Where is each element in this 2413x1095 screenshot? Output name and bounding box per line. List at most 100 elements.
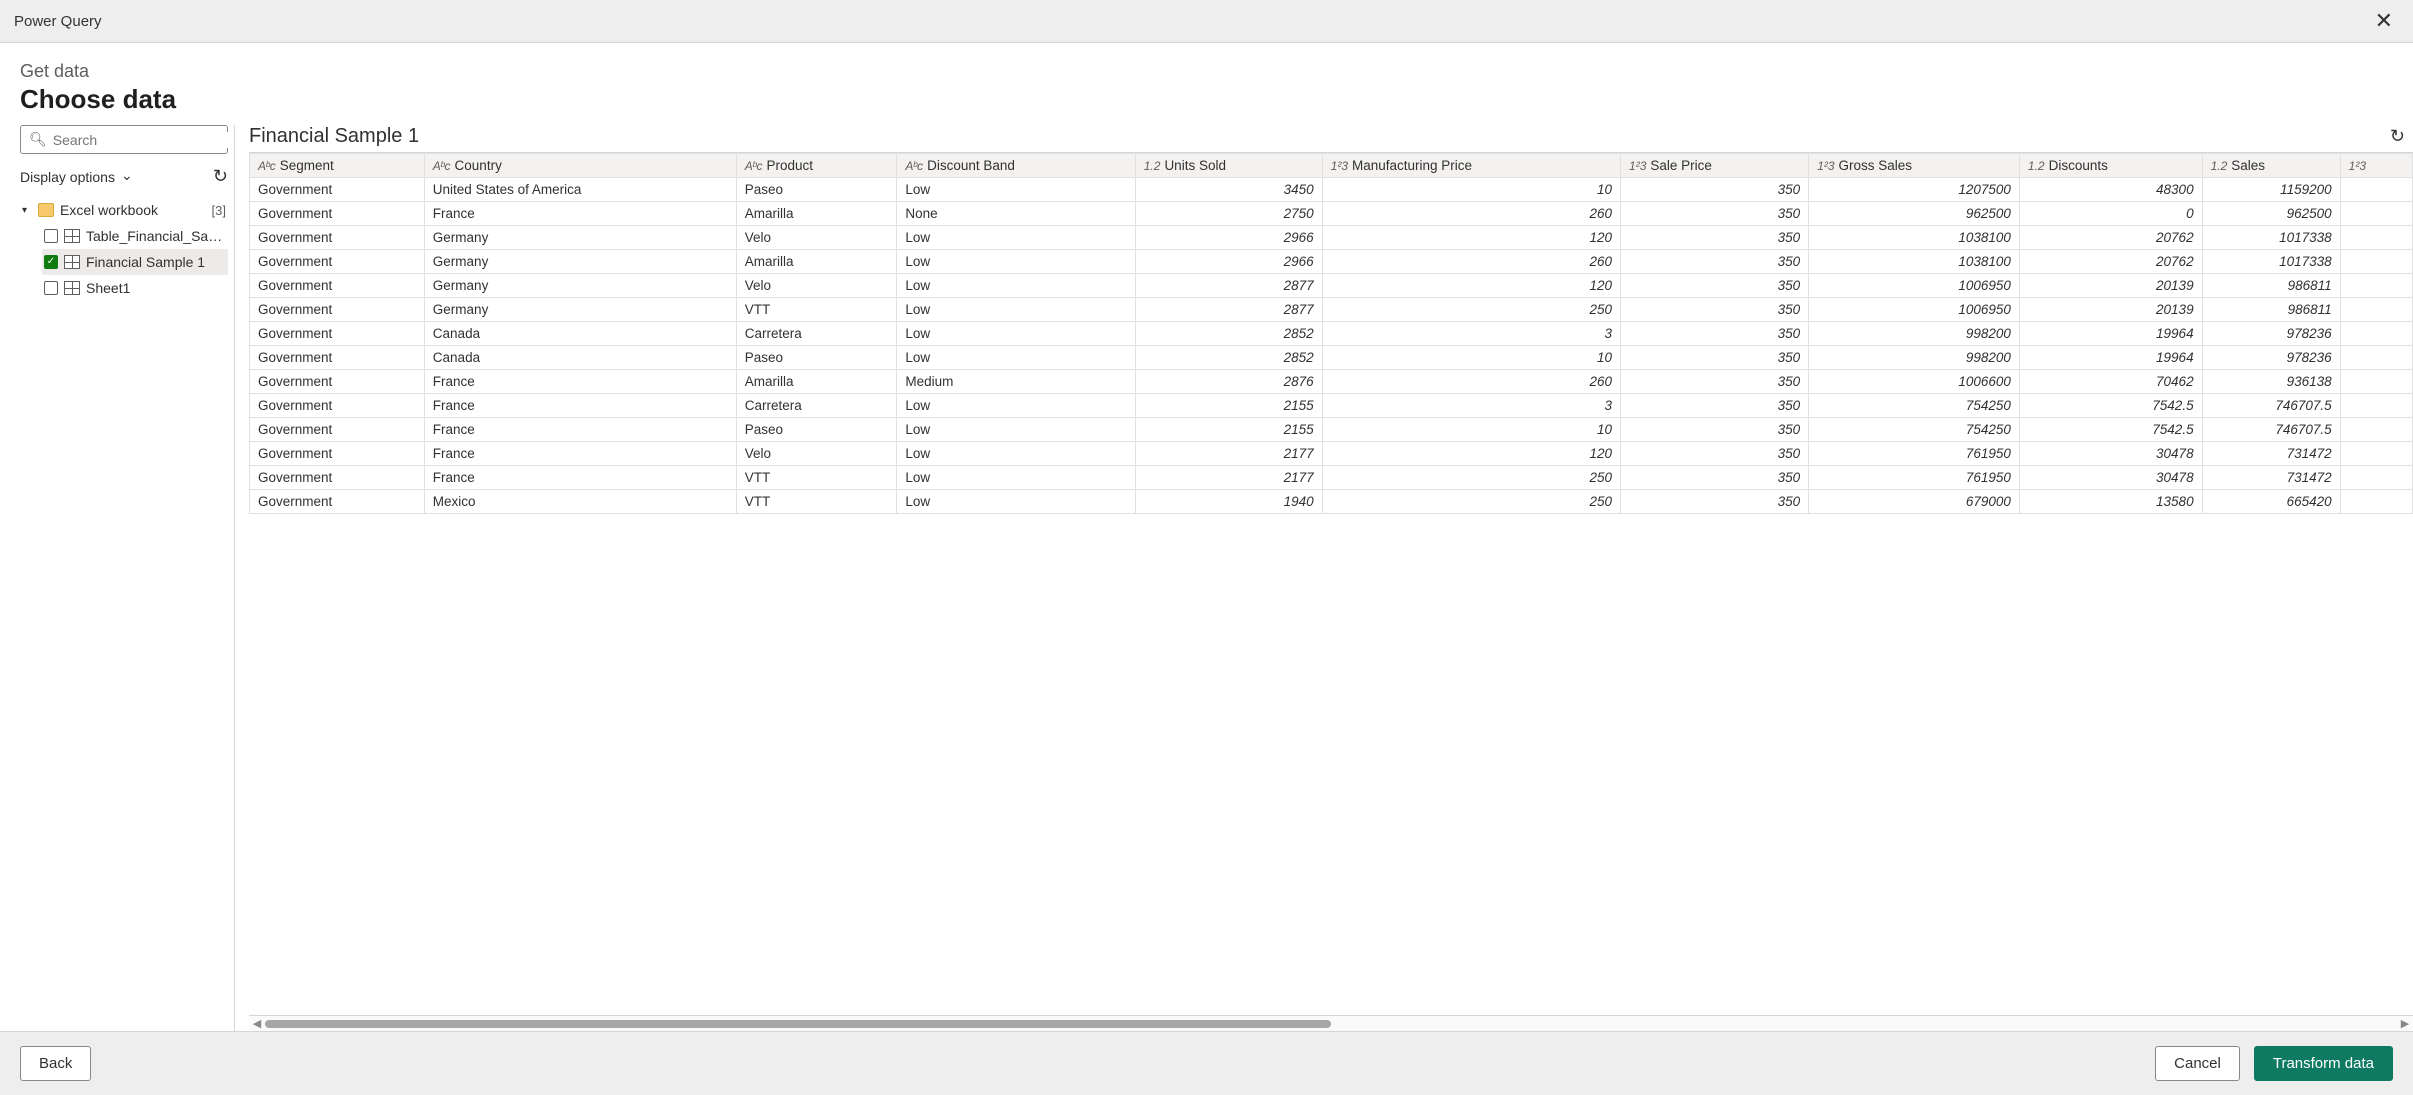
table-row[interactable]: GovernmentGermanyVeloLow2966120350103810…: [250, 226, 2413, 250]
table-row[interactable]: GovernmentMexicoVTTLow194025035067900013…: [250, 490, 2413, 514]
data-table-scroll[interactable]: AᵇcSegment Aᵇc Country AᵇcProduct Aᵇc Discoun…: [249, 152, 2413, 1015]
checkbox[interactable]: [44, 281, 58, 295]
display-options-toggle[interactable]: Display options ⌄: [20, 168, 133, 185]
table-row[interactable]: GovernmentCanadaPaseoLow2852103509982001…: [250, 346, 2413, 370]
refresh-preview-icon[interactable]: ↻: [2390, 126, 2405, 147]
table-cell: [2340, 370, 2412, 394]
table-cell: [2340, 490, 2412, 514]
table-cell: 260: [1322, 250, 1620, 274]
search-box[interactable]: 🔍︎: [20, 125, 228, 154]
table-cell: 665420: [2202, 490, 2340, 514]
table-row[interactable]: GovernmentCanadaCarreteraLow285233509982…: [250, 322, 2413, 346]
datatype-icon: Aᵇc: [433, 159, 451, 173]
table-header-row: AᵇcSegment Aᵇc Country AᵇcProduct Aᵇc Discoun…: [250, 154, 2413, 178]
column-name: Discount Band: [927, 158, 1015, 173]
table-cell: Low: [897, 226, 1135, 250]
table-cell: 2877: [1135, 274, 1322, 298]
table-cell: 2750: [1135, 202, 1322, 226]
table-cell: 250: [1322, 490, 1620, 514]
column-name: Country: [455, 158, 502, 173]
table-cell: Low: [897, 322, 1135, 346]
datatype-icon: Aᵇc: [905, 159, 923, 173]
table-cell: Paseo: [736, 346, 897, 370]
preview-header: Financial Sample 1 ↻: [249, 125, 2413, 152]
display-options-label: Display options: [20, 169, 115, 185]
tree-item[interactable]: Sheet1: [42, 275, 228, 301]
table-cell: 2177: [1135, 442, 1322, 466]
page-title: Choose data: [20, 84, 2393, 115]
column-header[interactable]: 1²3Manufacturing Price: [1322, 154, 1620, 178]
table-row[interactable]: GovernmentFranceVTTLow217725035076195030…: [250, 466, 2413, 490]
table-cell: 1006950: [1809, 274, 2020, 298]
column-header[interactable]: 1²3Gross Sales: [1809, 154, 2020, 178]
table-row[interactable]: GovernmentGermanyVeloLow2877120350100695…: [250, 274, 2413, 298]
table-cell: Carretera: [736, 394, 897, 418]
tree-root-excel-workbook[interactable]: ▾ Excel workbook [3]: [20, 197, 228, 223]
horizontal-scrollbar[interactable]: ◀ ▶: [249, 1015, 2413, 1031]
table-cell: 350: [1621, 418, 1809, 442]
table-row[interactable]: GovernmentFranceVeloLow21771203507619503…: [250, 442, 2413, 466]
table-cell: Low: [897, 178, 1135, 202]
table-cell: France: [424, 466, 736, 490]
table-row[interactable]: GovernmentFrancePaseoLow2155103507542507…: [250, 418, 2413, 442]
column-header[interactable]: 1.2Units Sold: [1135, 154, 1322, 178]
table-cell: VTT: [736, 490, 897, 514]
window-titlebar: Power Query ✕: [0, 0, 2413, 43]
column-name: Sales: [2231, 158, 2265, 173]
checkbox[interactable]: [44, 255, 58, 269]
back-button[interactable]: Back: [20, 1046, 91, 1081]
table-cell: 19964: [2019, 322, 2202, 346]
scroll-track[interactable]: [265, 1018, 2397, 1030]
table-row[interactable]: GovernmentGermanyAmarillaLow296626035010…: [250, 250, 2413, 274]
table-cell: Germany: [424, 250, 736, 274]
search-input[interactable]: [53, 132, 234, 148]
table-row[interactable]: GovernmentFranceAmarillaMedium2876260350…: [250, 370, 2413, 394]
table-row[interactable]: GovernmentFranceAmarillaNone275026035096…: [250, 202, 2413, 226]
table-row[interactable]: GovernmentFranceCarreteraLow215533507542…: [250, 394, 2413, 418]
display-options-row: Display options ⌄ ↻: [20, 164, 228, 189]
table-cell: Velo: [736, 274, 897, 298]
column-header[interactable]: AᵇcSegment: [250, 154, 425, 178]
tree-item[interactable]: Table_Financial_Sample_1: [42, 223, 228, 249]
refresh-icon[interactable]: ↻: [213, 166, 228, 187]
table-cell: 0: [2019, 202, 2202, 226]
column-header[interactable]: 1.2Discounts: [2019, 154, 2202, 178]
table-cell: Government: [250, 202, 425, 226]
table-row[interactable]: GovernmentUnited States of AmericaPaseoL…: [250, 178, 2413, 202]
table-cell: 350: [1621, 274, 1809, 298]
table-cell: 350: [1621, 490, 1809, 514]
datatype-icon: 1.2: [2211, 159, 2228, 173]
cancel-button[interactable]: Cancel: [2155, 1046, 2240, 1081]
tree-item-label: Table_Financial_Sample_1: [86, 228, 226, 244]
transform-data-button[interactable]: Transform data: [2254, 1046, 2393, 1081]
column-header[interactable]: Aᵇc Country: [424, 154, 736, 178]
table-cell: 754250: [1809, 418, 2020, 442]
close-icon[interactable]: ✕: [2369, 8, 2399, 34]
table-cell: Germany: [424, 274, 736, 298]
datatype-icon: 1²3: [1629, 159, 1646, 173]
scroll-thumb[interactable]: [265, 1020, 1331, 1028]
column-name: Manufacturing Price: [1352, 158, 1472, 173]
column-header[interactable]: 1.2Sales: [2202, 154, 2340, 178]
table-cell: 746707.5: [2202, 394, 2340, 418]
table-icon: [64, 255, 80, 269]
tree-item[interactable]: Financial Sample 1: [42, 249, 228, 275]
column-header[interactable]: 1²3Sale Price: [1621, 154, 1809, 178]
search-icon: 🔍︎: [29, 131, 47, 148]
column-header[interactable]: Aᵇc Discount Band: [897, 154, 1135, 178]
column-header[interactable]: 1²3: [2340, 154, 2412, 178]
checkbox[interactable]: [44, 229, 58, 243]
column-name: Discounts: [2049, 158, 2108, 173]
table-row[interactable]: GovernmentGermanyVTTLow28772503501006950…: [250, 298, 2413, 322]
table-cell: 350: [1621, 322, 1809, 346]
scroll-right-icon[interactable]: ▶: [2397, 1017, 2413, 1030]
scroll-left-icon[interactable]: ◀: [249, 1017, 265, 1030]
column-header[interactable]: AᵇcProduct: [736, 154, 897, 178]
table-cell: Low: [897, 274, 1135, 298]
table-cell: 350: [1621, 442, 1809, 466]
table-cell: 731472: [2202, 466, 2340, 490]
table-cell: 978236: [2202, 322, 2340, 346]
table-cell: Low: [897, 490, 1135, 514]
table-cell: Germany: [424, 298, 736, 322]
table-cell: United States of America: [424, 178, 736, 202]
